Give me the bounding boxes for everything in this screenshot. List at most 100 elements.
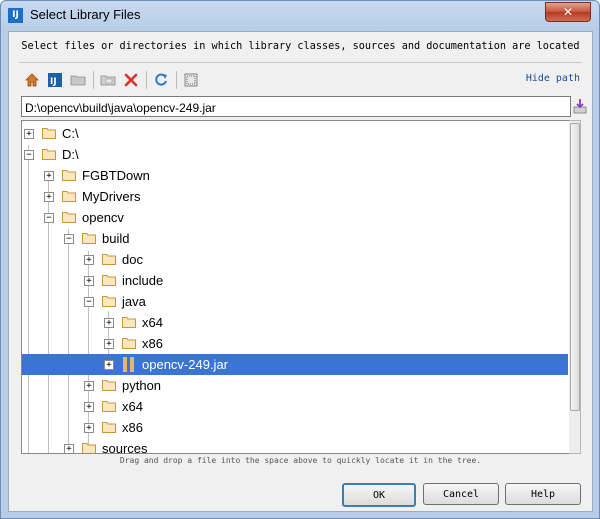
tree-row[interactable]: + x64 <box>22 312 568 333</box>
expand-toggle-icon[interactable]: + <box>84 255 94 265</box>
module-button[interactable] <box>68 70 88 90</box>
path-field-container <box>21 96 571 117</box>
tree-item-label: C:\ <box>62 126 79 141</box>
hide-path-link[interactable]: Hide path <box>526 73 580 84</box>
tree-row[interactable]: + x86 <box>22 417 568 438</box>
path-input[interactable] <box>22 99 568 117</box>
toolbar: IJ Hide path <box>19 68 582 92</box>
folder-icon <box>102 254 116 265</box>
tree-row[interactable]: + include <box>22 270 568 291</box>
tree-row[interactable]: + x64 <box>22 396 568 417</box>
folder-icon <box>62 212 76 223</box>
expand-toggle-icon[interactable]: + <box>24 129 34 139</box>
instruction-text: Select files or directories in which lib… <box>21 41 580 52</box>
toolbar-separator <box>93 71 94 89</box>
close-button[interactable]: ✕ <box>545 2 591 22</box>
tree-item-label: python <box>122 378 162 393</box>
window-title: Select Library Files <box>30 7 141 22</box>
tree-row[interactable]: − D:\ <box>22 144 568 165</box>
collapse-toggle-icon[interactable]: − <box>64 234 74 244</box>
dialog-content: Select files or directories in which lib… <box>8 31 593 512</box>
tree-row[interactable]: + MyDrivers <box>22 186 568 207</box>
folder-icon <box>42 149 56 160</box>
delete-button[interactable] <box>121 70 141 90</box>
ok-button[interactable]: OK <box>342 483 416 507</box>
tree-row[interactable]: + x86 <box>22 333 568 354</box>
expand-toggle-icon[interactable]: + <box>104 360 114 370</box>
tree-item-label: opencv-249.jar <box>142 357 228 372</box>
folder-icon <box>102 296 116 307</box>
tree-row[interactable]: + C:\ <box>22 123 568 144</box>
tree-item-label: x64 <box>142 315 163 330</box>
svg-text:IJ: IJ <box>50 77 57 87</box>
folder-icon <box>102 422 116 433</box>
tree-item-label: MyDrivers <box>82 189 141 204</box>
help-button-label: Help <box>530 488 556 500</box>
folder-icon <box>82 233 96 244</box>
expand-toggle-icon[interactable]: + <box>84 402 94 412</box>
tree-item-label: sources <box>102 441 148 454</box>
folder-icon <box>62 191 76 202</box>
expand-toggle-icon[interactable]: + <box>64 444 74 453</box>
home-button[interactable] <box>22 70 42 90</box>
tree-item-label: include <box>122 273 164 288</box>
folder-icon <box>62 170 76 181</box>
refresh-button[interactable] <box>151 70 171 90</box>
separator <box>19 62 582 63</box>
tree-row[interactable]: + opencv-249.jar <box>22 354 568 375</box>
jar-archive-icon <box>123 357 134 372</box>
tree-item-label: java <box>122 294 146 309</box>
tree-item-label: opencv <box>82 210 124 225</box>
folder-icon <box>102 380 116 391</box>
help-button[interactable]: Help <box>505 483 581 505</box>
tree-item-label: x64 <box>122 399 143 414</box>
tree-row[interactable]: + FGBTDown <box>22 165 568 186</box>
expand-toggle-icon[interactable]: + <box>44 171 54 181</box>
tree-row[interactable]: + doc <box>22 249 568 270</box>
expand-toggle-icon[interactable]: + <box>84 276 94 286</box>
folder-icon <box>82 443 96 453</box>
new-folder-button[interactable] <box>98 70 118 90</box>
file-tree[interactable]: + C:\ − D:\ + FGBTDown + MyDrivers − opencv − build… <box>21 120 581 454</box>
dialog-window: IJ Select Library Files ✕ Select files o… <box>0 0 600 519</box>
delete-icon <box>124 73 138 87</box>
tree-item-label: D:\ <box>62 147 79 162</box>
project-button[interactable]: IJ <box>45 70 65 90</box>
refresh-icon <box>155 73 167 86</box>
toolbar-separator <box>146 71 147 89</box>
toolbar-separator <box>176 71 177 89</box>
tree-row[interactable]: − build <box>22 228 568 249</box>
tree-row[interactable]: − opencv <box>22 207 568 228</box>
show-hidden-button[interactable] <box>181 70 201 90</box>
collapse-toggle-icon[interactable]: − <box>24 150 34 160</box>
tree-item-label: build <box>102 231 130 246</box>
cancel-button[interactable]: Cancel <box>423 483 499 505</box>
path-history-button[interactable] <box>573 98 587 114</box>
tree-item-label: doc <box>122 252 143 267</box>
folder-icon <box>102 401 116 412</box>
home-icon <box>25 73 39 87</box>
tree-item-label: FGBTDown <box>82 168 150 183</box>
ok-button-label: OK <box>372 489 386 501</box>
tree-item-label: x86 <box>122 420 143 435</box>
expand-toggle-icon[interactable]: + <box>104 318 114 328</box>
scrollbar-thumb[interactable] <box>570 123 580 411</box>
collapse-toggle-icon[interactable]: − <box>84 297 94 307</box>
expand-toggle-icon[interactable]: + <box>104 339 114 349</box>
drag-drop-hint: Drag and drop a file into the space abov… <box>119 456 482 465</box>
tree-row[interactable]: − java <box>22 291 568 312</box>
expand-toggle-icon[interactable]: + <box>84 381 94 391</box>
module-folder-icon <box>70 75 86 86</box>
close-icon: ✕ <box>562 5 574 19</box>
tree-row[interactable]: + sources <box>22 438 568 454</box>
expand-toggle-icon[interactable]: + <box>44 192 54 202</box>
download-arrow-icon <box>573 99 587 114</box>
folder-icon <box>122 317 136 328</box>
collapse-toggle-icon[interactable]: − <box>44 213 54 223</box>
tree-scrollbar[interactable] <box>569 120 581 454</box>
show-hidden-icon <box>184 73 198 87</box>
folder-icon <box>102 275 116 286</box>
expand-toggle-icon[interactable]: + <box>84 423 94 433</box>
tree-row[interactable]: + python <box>22 375 568 396</box>
title-bar: IJ Select Library Files ✕ <box>1 1 599 31</box>
